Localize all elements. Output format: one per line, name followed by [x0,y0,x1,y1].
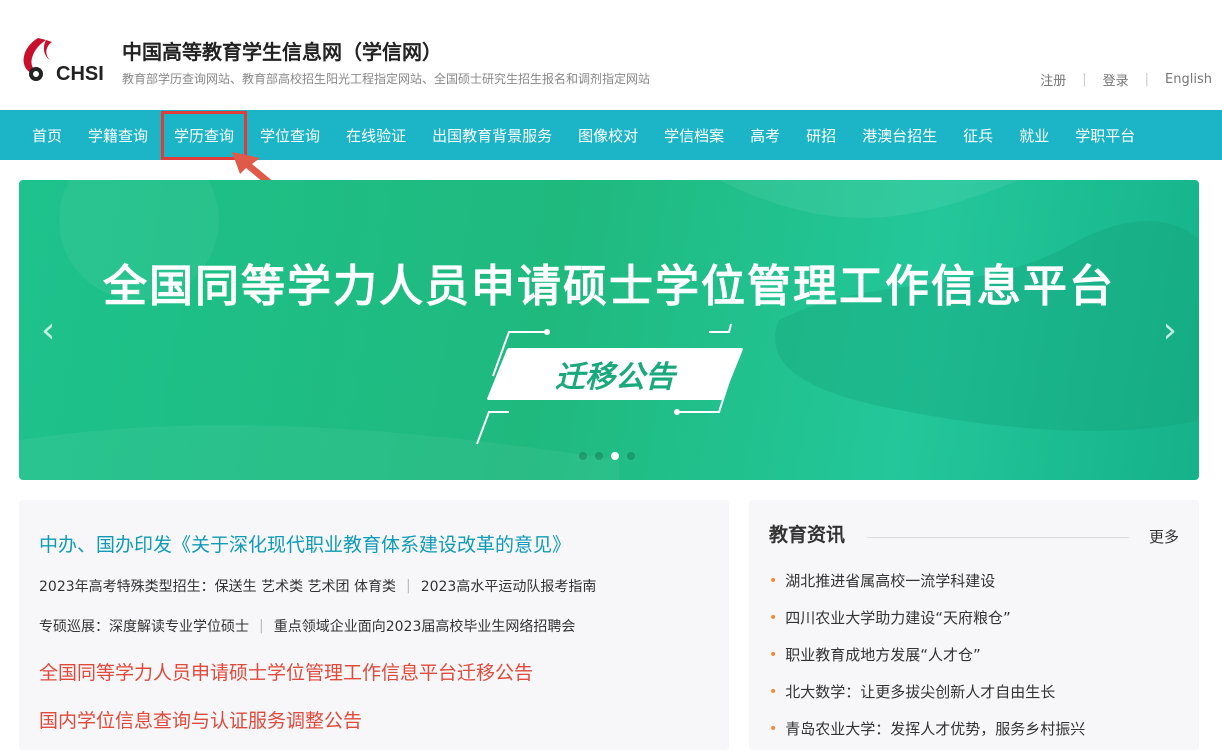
banner-tag[interactable]: 迁移公告 [486,348,744,400]
login-link[interactable]: 登录 [1103,70,1129,89]
news-title: 职业教育成地方发展“人才仓” [785,646,981,664]
news-subline-1: 2023年高考特殊类型招生：保送生 艺术类 艺术团 体育类 | 2023高水平运… [39,576,596,596]
nav-item-military[interactable]: 征兵 [963,125,993,146]
main-nav: 首页 学籍查询 学历查询 学位查询 在线验证 出国教育背景服务 图像校对 学信档… [0,110,1222,160]
carousel-dot-active[interactable] [611,452,619,460]
news-list: • 湖北推进省属高校一流学科建设 • 四川农业大学助力建设“天府粮仓” • 职业教育成… [769,562,1085,747]
chsi-logo[interactable]: CHSI [16,34,112,86]
news-link[interactable]: 2023高水平运动队报考指南 [421,576,597,596]
nav-list: 首页 学籍查询 学历查询 学位查询 在线验证 出国教育背景服务 图像校对 学信档… [0,110,1222,160]
nav-item-hmt[interactable]: 港澳台招生 [862,125,937,146]
carousel-dot[interactable] [627,452,635,460]
nav-item-image-check[interactable]: 图像校对 [578,125,638,146]
logo-text: CHSI [56,63,104,85]
bullet-icon: • [769,646,778,663]
nav-item-overseas-education[interactable]: 出国教育背景服务 [432,125,552,146]
bullet-icon: • [769,572,778,589]
user-links: 注册 | 登录 | English [1040,70,1212,89]
education-news-panel: 教育资讯 更多 • 湖北推进省属高校一流学科建设 • 四川农业大学助力建设“天府粮仓… [749,500,1199,750]
carousel-prev-icon[interactable]: ‹ [41,310,55,351]
nav-item-employment[interactable]: 就业 [1019,125,1049,146]
carousel-dots [579,452,635,460]
panel-title: 教育资讯 [769,524,846,546]
nav-item-archive[interactable]: 学信档案 [664,125,724,146]
divider: | [1082,72,1087,87]
list-item[interactable]: • 职业教育成地方发展“人才仓” [769,636,1085,673]
news-link[interactable]: 2023年高考特殊类型招生：保送生 艺术类 艺术团 体育类 [39,576,396,596]
nav-item-yanzhao[interactable]: 研招 [806,125,836,146]
divider: | [405,578,411,594]
carousel-dot[interactable] [579,452,587,460]
banner-carousel[interactable]: 全国同等学力人员申请硕士学位管理工作信息平台 迁移公告 ‹ › [19,180,1199,480]
register-link[interactable]: 注册 [1040,70,1066,89]
notice-link[interactable]: 全国同等学力人员申请硕士学位管理工作信息平台迁移公告 [39,658,533,685]
carousel-next-icon[interactable]: › [1163,310,1177,351]
nav-item-online-verify[interactable]: 在线验证 [346,125,406,146]
headline-news-panel: 中办、国办印发《关于深化现代职业教育体系建设改革的意见》 2023年高考特殊类型… [19,500,729,750]
news-title: 青岛农业大学：发挥人才优势，服务乡村振兴 [785,720,1086,738]
list-item[interactable]: • 湖北推进省属高校一流学科建设 [769,562,1085,599]
site-title: 中国高等教育学生信息网（学信网） [122,40,442,64]
notice-link[interactable]: 国内学位信息查询与认证服务调整公告 [39,706,362,733]
divider [867,537,1129,538]
site-header: CHSI 中国高等教育学生信息网（学信网） 教育部学历查询网站、教育部高校招生阳… [0,0,1222,110]
news-title: 四川农业大学助力建设“天府粮仓” [785,609,1011,627]
nav-item-career[interactable]: 学职平台 [1075,125,1135,146]
banner-tag-label: 迁移公告 [555,360,675,395]
site-subtitle: 教育部学历查询网站、教育部高校招生阳光工程指定网站、全国硕士研究生招生报名和调剂… [122,72,651,86]
carousel-dot[interactable] [595,452,603,460]
news-link[interactable]: 专硕巡展：深度解读专业学位硕士 [39,616,249,636]
english-link[interactable]: English [1165,72,1212,87]
bullet-icon: • [769,683,778,700]
more-link[interactable]: 更多 [1149,526,1179,547]
bullet-icon: • [769,609,778,626]
divider: | [259,618,264,634]
nav-item-gaokao[interactable]: 高考 [750,125,780,146]
news-subline-2: 专硕巡展：深度解读专业学位硕士 | 重点领域企业面向2023届高校毕业生网络招聘… [39,616,575,636]
nav-item-academic-degree[interactable]: 学位查询 [260,125,320,146]
divider: | [1144,72,1150,87]
news-link[interactable]: 重点领域企业面向2023届高校毕业生网络招聘会 [274,616,576,636]
nav-item-home[interactable]: 首页 [32,125,62,146]
news-title: 湖北推进省属高校一流学科建设 [785,572,996,590]
list-item[interactable]: • 四川农业大学助力建设“天府粮仓” [769,599,1085,636]
nav-item-degree-query[interactable]: 学历查询 [161,110,248,160]
banner-title: 全国同等学力人员申请硕士学位管理工作信息平台 [103,261,1115,312]
list-item[interactable]: • 青岛农业大学：发挥人才优势，服务乡村振兴 [769,710,1085,747]
banner-background [19,180,1199,480]
bullet-icon: • [769,720,778,737]
news-title: 北大数学：让更多拔尖创新人才自由生长 [785,683,1056,701]
list-item[interactable]: • 北大数学：让更多拔尖创新人才自由生长 [769,673,1085,710]
nav-item-student-status[interactable]: 学籍查询 [88,125,148,146]
headline-news-link[interactable]: 中办、国办印发《关于深化现代职业教育体系建设改革的意见》 [39,530,571,557]
